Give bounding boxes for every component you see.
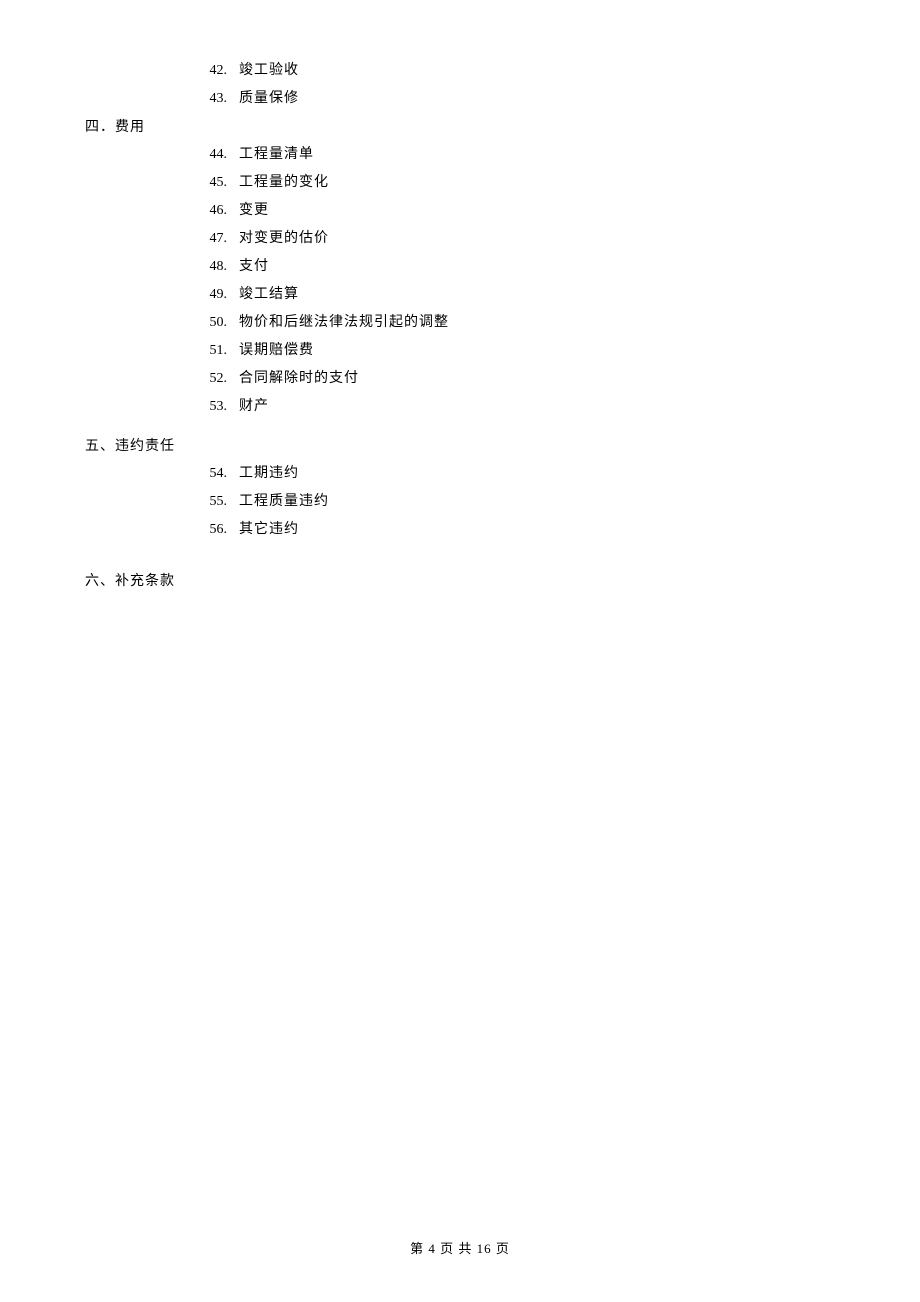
item-text: 合同解除时的支付 (239, 368, 359, 389)
list-item: 50. 物价和后继法律法规引起的调整 (85, 312, 835, 333)
list-item: 55. 工程质量违约 (85, 491, 835, 512)
item-text: 工程量清单 (239, 144, 314, 165)
section-heading-four: 四．费用 (85, 116, 835, 136)
list-item: 48. 支付 (85, 256, 835, 277)
item-number: 56. (195, 519, 227, 540)
item-text: 物价和后继法律法规引起的调整 (239, 312, 449, 333)
section-heading-five: 五、违约责任 (85, 435, 835, 455)
item-text: 工程量的变化 (239, 172, 329, 193)
item-number: 46. (195, 200, 227, 221)
item-text: 财产 (239, 396, 269, 417)
page-footer: 第 4 页 共 16 页 (0, 1238, 920, 1257)
list-item: 42. 竣工验收 (85, 60, 835, 81)
item-number: 44. (195, 144, 227, 165)
item-text: 工期违约 (239, 463, 299, 484)
item-number: 55. (195, 491, 227, 512)
item-number: 42. (195, 60, 227, 81)
item-number: 43. (195, 88, 227, 109)
list-item: 56. 其它违约 (85, 519, 835, 540)
item-text: 竣工结算 (239, 284, 299, 305)
item-text: 变更 (239, 200, 269, 221)
item-number: 52. (195, 368, 227, 389)
list-item: 53. 财产 (85, 396, 835, 417)
item-number: 49. (195, 284, 227, 305)
list-item: 54. 工期违约 (85, 463, 835, 484)
item-text: 工程质量违约 (239, 491, 329, 512)
page-content: 42. 竣工验收 43. 质量保修 四．费用 44. 工程量清单 45. 工程量… (0, 0, 920, 590)
list-item: 47. 对变更的估价 (85, 228, 835, 249)
item-text: 对变更的估价 (239, 228, 329, 249)
item-number: 48. (195, 256, 227, 277)
list-item: 52. 合同解除时的支付 (85, 368, 835, 389)
item-text: 支付 (239, 256, 269, 277)
list-item: 49. 竣工结算 (85, 284, 835, 305)
list-item: 45. 工程量的变化 (85, 172, 835, 193)
item-number: 50. (195, 312, 227, 333)
list-item: 46. 变更 (85, 200, 835, 221)
item-number: 47. (195, 228, 227, 249)
list-item: 44. 工程量清单 (85, 144, 835, 165)
item-text: 竣工验收 (239, 60, 299, 81)
list-item: 51. 误期赔偿费 (85, 340, 835, 361)
item-number: 54. (195, 463, 227, 484)
item-text: 质量保修 (239, 88, 299, 109)
item-text: 其它违约 (239, 519, 299, 540)
item-number: 51. (195, 340, 227, 361)
item-number: 53. (195, 396, 227, 417)
item-number: 45. (195, 172, 227, 193)
section-heading-six: 六、补充条款 (85, 570, 835, 590)
item-text: 误期赔偿费 (239, 340, 314, 361)
list-item: 43. 质量保修 (85, 88, 835, 109)
